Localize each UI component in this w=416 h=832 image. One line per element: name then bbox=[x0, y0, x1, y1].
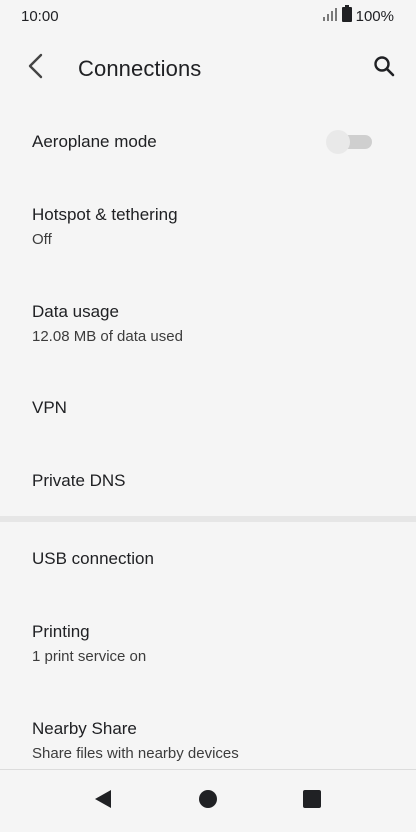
setting-hotspot-tethering[interactable]: Hotspot & tethering Off bbox=[0, 180, 416, 272]
setting-summary: 1 print service on bbox=[32, 648, 147, 665]
setting-nearby-share[interactable]: Nearby Share Share files with nearby dev… bbox=[0, 694, 416, 770]
status-time: 10:00 bbox=[21, 8, 59, 25]
battery-percentage: 100% bbox=[355, 7, 394, 25]
back-button[interactable] bbox=[18, 50, 54, 86]
setting-title: Hotspot & tethering bbox=[32, 205, 178, 224]
setting-title: Aeroplane mode bbox=[32, 132, 157, 151]
search-button[interactable] bbox=[366, 50, 402, 86]
setting-usb-connection[interactable]: USB connection bbox=[0, 522, 416, 598]
nav-home-button[interactable] bbox=[195, 788, 221, 814]
search-icon bbox=[372, 54, 396, 83]
recents-square-icon bbox=[302, 789, 322, 814]
back-triangle-icon bbox=[93, 789, 113, 814]
signal-icon bbox=[322, 7, 338, 26]
battery-icon bbox=[341, 5, 352, 27]
navigation-bar bbox=[0, 769, 416, 832]
connections-screen: 10:00 100% Connections Aeroplane mode Ho… bbox=[0, 0, 416, 832]
setting-data-usage[interactable]: Data usage 12.08 MB of data used bbox=[0, 276, 416, 370]
aeroplane-mode-toggle[interactable] bbox=[326, 130, 372, 154]
setting-summary: 12.08 MB of data used bbox=[32, 328, 183, 345]
status-indicators: 100% bbox=[322, 5, 394, 27]
setting-title: Data usage bbox=[32, 302, 119, 321]
setting-title: VPN bbox=[32, 398, 67, 417]
status-bar: 10:00 100% bbox=[0, 0, 416, 34]
nav-recents-button[interactable] bbox=[299, 788, 325, 814]
app-bar: Connections bbox=[0, 34, 416, 102]
setting-title: Printing bbox=[32, 622, 90, 641]
toggle-thumb bbox=[326, 130, 350, 154]
setting-vpn[interactable]: VPN bbox=[0, 372, 416, 444]
page-title: Connections bbox=[78, 56, 202, 81]
chevron-left-icon bbox=[26, 52, 46, 85]
setting-summary: Share files with nearby devices bbox=[32, 745, 239, 762]
home-circle-icon bbox=[198, 789, 218, 814]
setting-printing[interactable]: Printing 1 print service on bbox=[0, 598, 416, 692]
setting-title: USB connection bbox=[32, 549, 154, 568]
setting-summary: Off bbox=[32, 231, 52, 248]
setting-private-dns[interactable]: Private DNS bbox=[0, 446, 416, 516]
setting-title: Private DNS bbox=[32, 471, 126, 490]
nav-back-button[interactable] bbox=[90, 788, 116, 814]
setting-title: Nearby Share bbox=[32, 719, 137, 738]
